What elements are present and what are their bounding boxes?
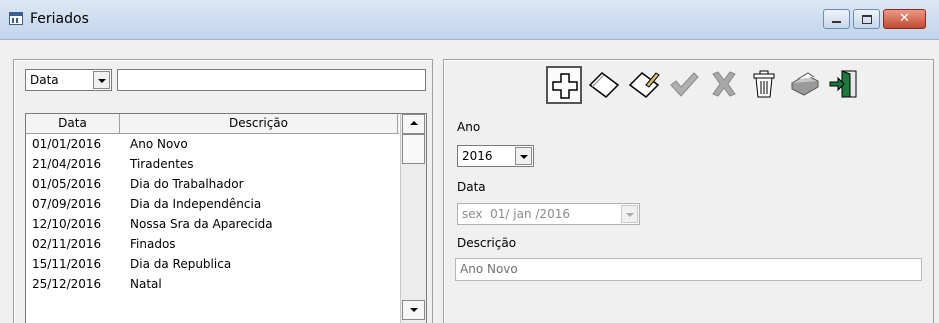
confirm-button[interactable]: [666, 66, 702, 104]
list-header: Data Descrição: [26, 114, 399, 134]
exit-door-icon: [829, 70, 857, 98]
list-item-description: Dia da Republica: [130, 257, 232, 271]
window-app-icon: [9, 12, 23, 25]
edit-icon: [588, 72, 620, 98]
list-item-date: 25/12/2016: [32, 277, 102, 291]
add-icon: [552, 73, 578, 99]
ano-select[interactable]: 2016: [457, 145, 534, 167]
filter-field-value: Data: [30, 73, 59, 87]
title-bar: Feriados ✕: [0, 0, 939, 40]
trash-icon: [753, 70, 775, 98]
list-item-date: 07/09/2016: [32, 197, 102, 211]
date-value: sex 01/ jan /2016: [462, 207, 570, 221]
chevron-down-icon: [621, 205, 638, 223]
list-item-description: Nossa Sra da Aparecida: [130, 217, 273, 231]
column-header-descricao[interactable]: Descrição: [120, 114, 398, 133]
print-icon: [790, 72, 820, 96]
cancel-x-icon: [712, 71, 736, 97]
list-item-date: 15/11/2016: [32, 257, 102, 271]
exit-button[interactable]: [826, 66, 862, 104]
list-item-date: 02/11/2016: [32, 237, 102, 251]
close-button[interactable]: ✕: [883, 9, 926, 29]
delete-button[interactable]: [746, 66, 782, 104]
list-scrollbar[interactable]: [400, 114, 426, 323]
search-input[interactable]: [117, 69, 426, 91]
data-label: Data: [457, 180, 486, 194]
close-icon: ✕: [899, 11, 910, 26]
scroll-thumb[interactable]: [402, 134, 425, 164]
list-item-description: Dia da Independência: [130, 197, 262, 211]
print-button[interactable]: [786, 66, 822, 104]
descricao-input[interactable]: Ano Novo: [455, 258, 922, 281]
minimize-button[interactable]: [823, 9, 850, 29]
ano-value: 2016: [462, 149, 493, 163]
column-header-data[interactable]: Data: [26, 114, 120, 133]
cancel-button[interactable]: [706, 66, 742, 104]
list-item-date: 01/01/2016: [32, 137, 102, 151]
confirm-check-icon: [670, 72, 699, 97]
scroll-down-button[interactable]: [402, 300, 425, 320]
list-item-date: 01/05/2016: [32, 177, 102, 191]
chevron-down-icon[interactable]: [515, 147, 532, 165]
list-item-description: Dia do Trabalhador: [130, 177, 244, 191]
list-item-date: 12/10/2016: [32, 217, 102, 231]
list-item-date: 21/04/2016: [32, 157, 102, 171]
maximize-button[interactable]: [853, 9, 880, 29]
edit-button[interactable]: [586, 66, 622, 104]
edit-pencil-icon: [628, 72, 660, 98]
filter-field-select[interactable]: Data: [25, 69, 112, 91]
list-item-description: Ano Novo: [130, 137, 188, 151]
descricao-label: Descrição: [457, 236, 517, 250]
descricao-value: Ano Novo: [460, 262, 518, 276]
list-item-description: Finados: [130, 237, 176, 251]
scroll-up-button[interactable]: [402, 114, 425, 134]
add-button[interactable]: [546, 66, 582, 104]
window-title: Feriados: [30, 11, 89, 27]
chevron-down-icon[interactable]: [93, 71, 110, 89]
list-item-description: Tiradentes: [130, 157, 194, 171]
holidays-list[interactable]: Data Descrição 01/01/2016 Ano Novo 21/04/2…: [25, 113, 427, 323]
edit-pencil-button[interactable]: [626, 66, 662, 104]
list-item-description: Natal: [130, 277, 162, 291]
ano-label: Ano: [457, 120, 481, 134]
date-picker: sex 01/ jan /2016: [457, 203, 640, 225]
